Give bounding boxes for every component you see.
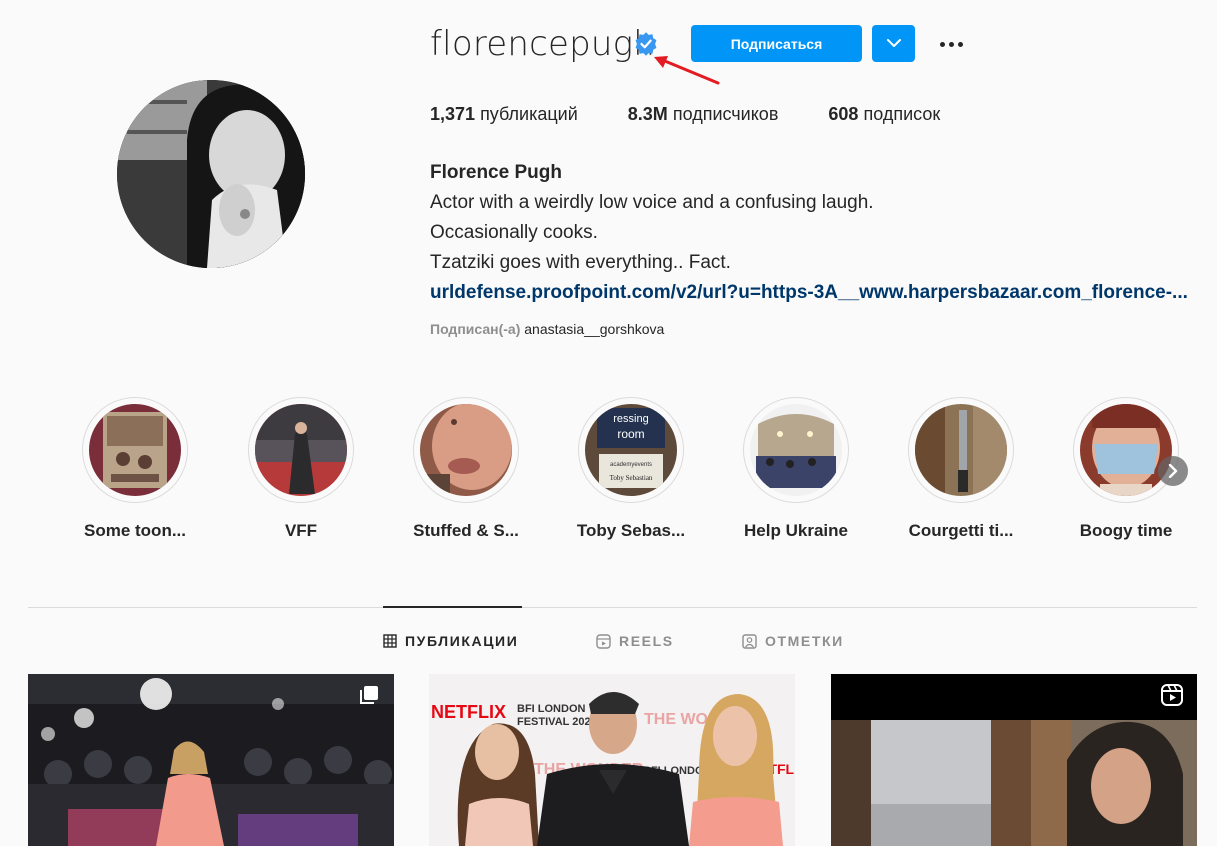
tab-label: REELS [619,633,674,649]
posts-label: публикаций [480,104,578,124]
post-thumbnail[interactable]: NETFLIX BFI LONDON FESTIVAL 2022 THE WON… [429,674,795,846]
highlight-item[interactable]: Stuffed & S... [406,397,526,541]
svg-text:room: room [617,427,644,441]
highlight-label: Boogy time [1079,521,1173,540]
highlight-cover [89,404,181,496]
posts-stat: 1,371 публикаций [430,104,578,125]
followed-by-prefix: Подписан(-а) [430,321,521,337]
tab-label: ПУБЛИКАЦИИ [405,633,519,649]
highlight-label: Courgetti ti... [908,521,1014,540]
posts-count: 1,371 [430,104,476,124]
highlight-label: Stuffed & S... [413,521,519,540]
highlight-label: Help Ukraine [744,521,848,540]
highlight-cover [420,404,512,496]
followers-label: подписчиков [672,104,779,124]
profile-bio: Florence Pugh Actor with a weirdly low v… [430,158,1200,308]
followed-by-user: anastasia__gorshkova [524,321,665,337]
highlight-cover: ressing room academyevents Toby Sebastia… [585,404,677,496]
highlight-cover [1080,404,1172,496]
svg-text:academyevents: academyevents [610,462,652,468]
reels-icon [596,633,611,649]
bio-line: Actor with a weirdly low voice and a con… [430,192,874,213]
following-stat[interactable]: 608 подписок [828,104,940,125]
followed-by[interactable]: Подписан(-а) anastasia__gorshkova [430,321,664,337]
svg-text:FESTIVAL 2022: FESTIVAL 2022 [517,716,597,728]
reels-badge-icon [1161,684,1183,706]
post-thumbnail[interactable] [831,674,1197,846]
highlight-item[interactable]: Courgetti ti... [901,397,1021,541]
active-tab-indicator [383,606,522,608]
profile-full-name: Florence Pugh [430,162,562,183]
highlight-label: Toby Sebas... [576,521,686,540]
highlight-label: Some toon... [84,521,186,540]
followers-stat[interactable]: 8.3M подписчиков [628,104,779,125]
suggestions-dropdown-button[interactable] [872,25,915,62]
highlight-cover [915,404,1007,496]
tab-tagged[interactable]: ОТМЕТКИ [742,633,844,649]
svg-text:Toby Sebastian: Toby Sebastian [610,474,653,482]
chevron-right-icon [1168,464,1178,478]
post-thumbnail[interactable] [28,674,394,846]
profile-stats: 1,371 публикаций 8.3M подписчиков 608 по… [430,104,990,125]
tab-posts[interactable]: ПУБЛИКАЦИИ [383,633,518,649]
followers-count: 8.3M [627,104,668,124]
svg-text:NETFLIX: NETFLIX [431,702,506,722]
highlight-item[interactable]: Help Ukraine [736,397,856,541]
profile-username: florencepugh [430,24,656,64]
more-options-icon[interactable] [935,30,967,58]
profile-external-link[interactable]: urldefense.proofpoint.com/v2/url?u=https… [430,278,1192,308]
highlight-item[interactable]: ressing room academyevents Toby Sebastia… [571,397,691,541]
highlight-label: VFF [284,521,318,540]
grid-icon [383,634,397,648]
multiple-photos-icon [360,686,378,704]
bio-line: Tzatziki goes with everything.. Fact. [430,252,731,273]
bio-line: Occasionally cooks. [430,222,598,243]
highlights-next-button[interactable] [1158,456,1188,486]
following-label: подписок [863,104,941,124]
highlight-item[interactable]: VFF [241,397,361,541]
following-count: 608 [828,104,859,124]
highlight-cover [750,404,842,496]
profile-avatar[interactable] [117,80,305,268]
highlight-item[interactable]: Some toon... [75,397,195,541]
tab-reels[interactable]: REELS [596,633,674,649]
tab-label: ОТМЕТКИ [765,633,844,649]
highlight-cover [255,404,347,496]
svg-text:ressing: ressing [613,413,648,425]
tabs-divider [28,607,1197,608]
profile-page: florencepugh Подписаться 1,371 публикаци… [0,0,1217,846]
follow-button[interactable]: Подписаться [691,25,862,62]
svg-text:BFI LONDON: BFI LONDON [517,703,585,715]
tagged-icon [742,633,757,649]
chevron-down-icon [886,39,901,47]
